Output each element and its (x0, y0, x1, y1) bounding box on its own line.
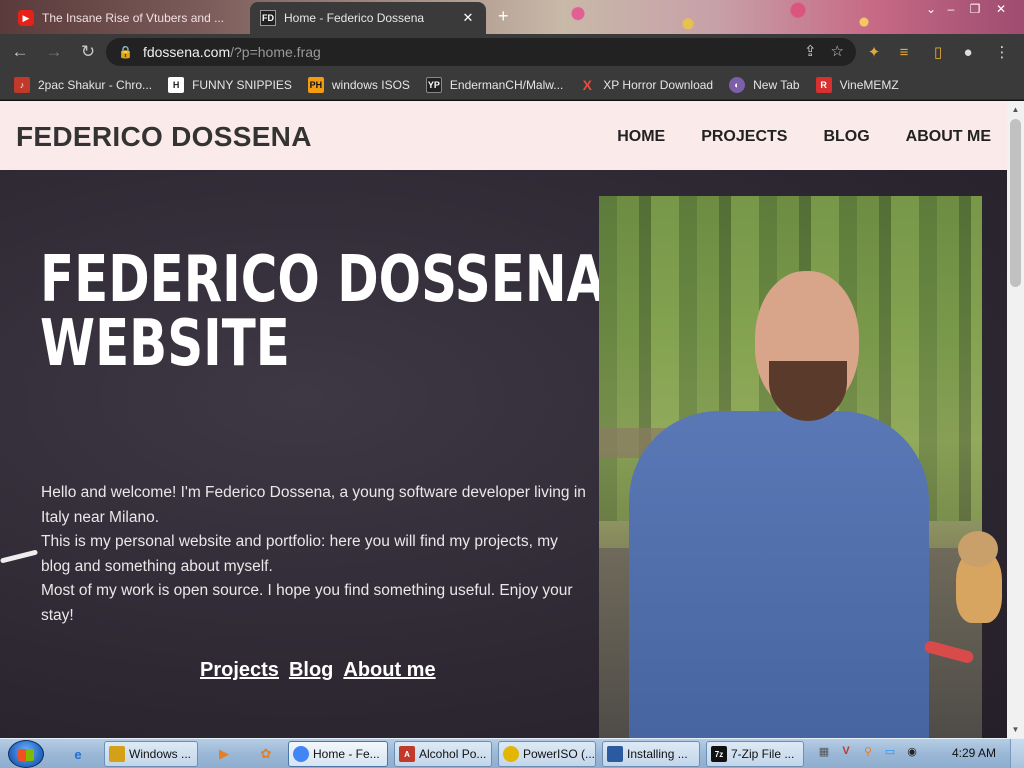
intro-paragraph: Most of my work is open source. I hope y… (41, 582, 573, 624)
nav-about-me[interactable]: ABOUT ME (906, 128, 991, 146)
browser-tabstrip: ▶ The Insane Rise of Vtubers and ... FD … (0, 0, 1024, 34)
globe-icon: ◐ (729, 76, 746, 93)
intro-paragraph: Hello and welcome! I'm Federico Dossena,… (41, 484, 586, 526)
taskbar-chrome-home[interactable]: Home - Fe... (288, 741, 388, 767)
fd-favicon-icon: FD (260, 10, 276, 26)
site-header: FEDERICO DOSSENA HOME PROJECTS BLOG ABOU… (0, 101, 1007, 170)
media-playlist-icon[interactable]: ≡ (892, 38, 916, 66)
tray-v-icon[interactable]: V (838, 743, 854, 759)
tab-title: The Insane Rise of Vtubers and ... (42, 11, 225, 25)
web-page: FEDERICO DOSSENA HOME PROJECTS BLOG ABOU… (0, 101, 1024, 738)
system-tray: ▦ V ⚲ ▭ ◉ (816, 743, 920, 759)
reload-icon[interactable]: ↻ (74, 38, 102, 66)
browser-tab-vtubers[interactable]: ▶ The Insane Rise of Vtubers and ... (8, 2, 248, 34)
disc-icon (503, 746, 519, 762)
close-window-icon[interactable]: ✕ (988, 0, 1014, 18)
taskbar-poweriso[interactable]: PowerISO (... (498, 741, 596, 767)
installer-icon (607, 746, 623, 762)
extensions-puzzle-icon[interactable]: ✦ (862, 38, 886, 66)
nav-projects[interactable]: PROJECTS (701, 128, 787, 146)
profile-avatar-icon[interactable]: ● (956, 38, 980, 66)
page-scrollbar[interactable]: ▲ ▼ (1007, 101, 1024, 738)
bookmark-windows-isos[interactable]: PH windows ISOS (307, 76, 410, 93)
restore-icon[interactable]: ❐ (962, 0, 988, 18)
bookmark-vinememz[interactable]: R VineMEMZ (815, 76, 899, 93)
forward-arrow-icon[interactable]: → (40, 38, 68, 66)
bookmark-new-tab[interactable]: ◐ New Tab (729, 76, 800, 93)
r-icon: R (815, 76, 832, 93)
lock-icon: 🔒 (118, 45, 133, 59)
hero-links: Projects Blog About me (200, 659, 436, 682)
media-player-icon[interactable]: ▶ (214, 745, 234, 763)
taskbar-alcohol[interactable]: A Alcohol Po... (394, 741, 492, 767)
hero-title-line-1: FEDERICO DOSSENA'S (40, 243, 657, 317)
taskbar-7zip[interactable]: 7z 7-Zip File ... (706, 741, 804, 767)
bookmark-funny-snippies[interactable]: H FUNNY SNIPPIES (168, 76, 292, 93)
music-icon: ♪ (14, 76, 30, 93)
bookmark-endermanch[interactable]: YP EndermanCH/Malw... (425, 76, 563, 93)
show-desktop-button[interactable] (1010, 739, 1024, 768)
hamster-desktop-pet[interactable] (950, 531, 1010, 631)
taskbar-clock[interactable]: 4:29 AM (952, 746, 996, 760)
hero-title-line-2: WEBSITE (40, 307, 290, 381)
alcohol-icon: A (399, 746, 415, 762)
browser-toolbar: ← → ↻ 🔒 fdossena.com/?p=home.frag ⇪ ☆ ✦ … (0, 34, 1024, 70)
7zip-icon: 7z (711, 746, 727, 762)
yp-icon: YP (425, 76, 442, 93)
tray-network-icon[interactable]: ▦ (816, 743, 832, 759)
hero-title: FEDERICO DOSSENA'S WEBSITE (40, 243, 657, 381)
ph-icon: PH (307, 76, 324, 93)
taskbar-windows-explorer[interactable]: Windows ... (104, 741, 198, 767)
folder-icon (109, 746, 125, 762)
youtube-icon: ▶ (18, 10, 34, 26)
blog-link[interactable]: Blog (289, 659, 333, 682)
tray-display-icon[interactable]: ▭ (882, 743, 898, 759)
internet-explorer-icon[interactable]: e (68, 745, 88, 763)
site-brand[interactable]: FEDERICO DOSSENA (16, 121, 312, 153)
scroll-down-arrow-icon[interactable]: ▼ (1007, 721, 1024, 738)
about-me-link[interactable]: About me (343, 659, 435, 682)
url-host: fdossena.com (142, 44, 231, 60)
side-panel-icon[interactable]: ▯ (926, 38, 950, 66)
intro-paragraph: This is my personal website and portfoli… (41, 533, 558, 575)
projects-link[interactable]: Projects (200, 659, 279, 682)
url-path: /?p=home.frag (230, 44, 321, 60)
address-bar[interactable]: 🔒 fdossena.com/?p=home.frag ⇪ ☆ (106, 38, 856, 66)
minimize-icon[interactable]: – (938, 0, 964, 18)
menu-kebab-icon[interactable]: ⋮ (990, 38, 1014, 66)
hero-intro: Hello and welcome! I'm Federico Dossena,… (41, 481, 591, 628)
start-button[interactable] (8, 740, 44, 768)
bookmarks-bar: ♪ 2pac Shakur - Chro... H FUNNY SNIPPIES P… (0, 70, 1024, 100)
back-arrow-icon[interactable]: ← (6, 38, 34, 66)
photo-shirt (629, 411, 929, 738)
h-icon: H (168, 76, 185, 93)
browser-tab-home[interactable]: FD Home - Federico Dossena ✕ (250, 2, 486, 34)
x-icon: X (582, 76, 592, 93)
chrome-icon (293, 746, 309, 762)
share-icon[interactable]: ⇪ (804, 42, 817, 60)
tab-title: Home - Federico Dossena (284, 11, 425, 25)
windows-taskbar: e Windows ... ▶ ✿ Home - Fe... A Alcohol … (0, 738, 1024, 768)
wallpaper-paint (490, 0, 930, 34)
star-icon[interactable]: ☆ (831, 42, 844, 60)
bookmark-2pac[interactable]: ♪ 2pac Shakur - Chro... (14, 76, 152, 93)
taskbar-installing[interactable]: Installing ... (602, 741, 700, 767)
new-tab-button[interactable]: + (498, 6, 509, 27)
site-nav: HOME PROJECTS BLOG ABOUT ME (617, 128, 991, 146)
close-tab-icon[interactable]: ✕ (460, 10, 476, 26)
nav-home[interactable]: HOME (617, 128, 665, 146)
scroll-thumb[interactable] (1010, 119, 1021, 287)
windows-logo-icon (18, 749, 34, 761)
tray-record-icon[interactable]: ◉ (904, 743, 920, 759)
hero-section: FEDERICO DOSSENA'S WEBSITE Hello and wel… (0, 170, 1007, 738)
white-streak-decoration (0, 549, 39, 564)
media-center-icon[interactable]: ✿ (256, 745, 276, 763)
bookmark-xp-horror[interactable]: X XP Horror Download (579, 76, 714, 93)
running-figure-pet[interactable] (923, 636, 984, 666)
tray-search-icon[interactable]: ⚲ (860, 743, 876, 759)
nav-blog[interactable]: BLOG (823, 128, 869, 146)
scroll-up-arrow-icon[interactable]: ▲ (1007, 101, 1024, 118)
